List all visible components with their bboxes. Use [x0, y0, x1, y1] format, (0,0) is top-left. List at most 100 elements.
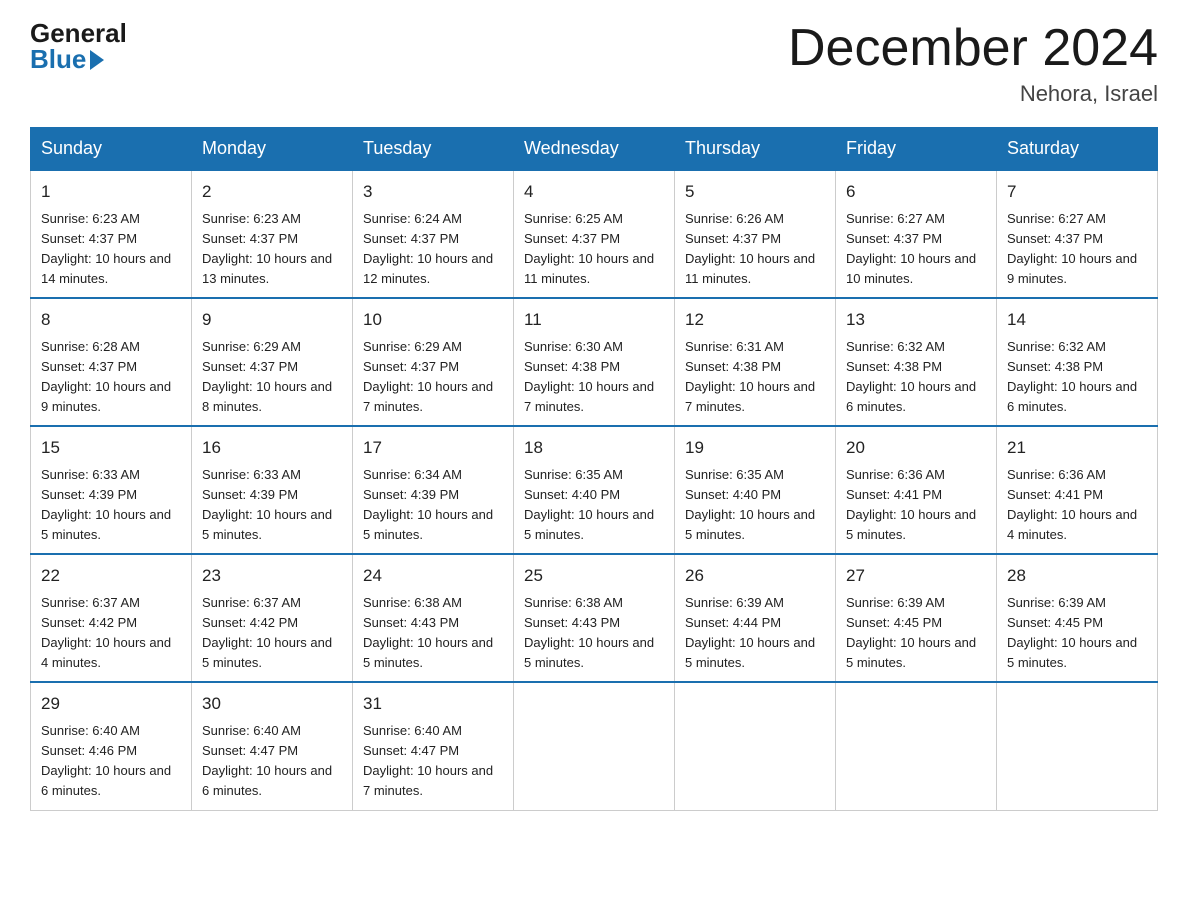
day-info: Sunrise: 6:32 AMSunset: 4:38 PMDaylight:… [1007, 337, 1147, 418]
calendar-cell: 15 Sunrise: 6:33 AMSunset: 4:39 PMDayligh… [31, 426, 192, 554]
day-number: 6 [846, 179, 986, 205]
day-number: 12 [685, 307, 825, 333]
day-info: Sunrise: 6:33 AMSunset: 4:39 PMDaylight:… [41, 465, 181, 546]
calendar-cell: 30Sunrise: 6:40 AMSunset: 4:47 PMDayligh… [192, 682, 353, 810]
day-info: Sunrise: 6:23 AMSunset: 4:37 PMDaylight:… [41, 209, 181, 290]
calendar-cell: 19 Sunrise: 6:35 AMSunset: 4:40 PMDayligh… [675, 426, 836, 554]
header-row: SundayMondayTuesdayWednesdayThursdayFrid… [31, 128, 1158, 171]
day-number: 16 [202, 435, 342, 461]
day-number: 9 [202, 307, 342, 333]
calendar-cell: 31 Sunrise: 6:40 AMSunset: 4:47 PMDayligh… [353, 682, 514, 810]
calendar-cell: 7 Sunrise: 6:27 AMSunset: 4:37 PMDaylight… [997, 170, 1158, 298]
day-number: 7 [1007, 179, 1147, 205]
calendar-cell: 10Sunrise: 6:29 AMSunset: 4:37 PMDayligh… [353, 298, 514, 426]
day-info: Sunrise: 6:27 AMSunset: 4:37 PMDaylight:… [1007, 209, 1147, 290]
day-info: Sunrise: 6:23 AMSunset: 4:37 PMDaylight:… [202, 209, 342, 290]
logo: General Blue [30, 20, 127, 72]
day-number: 17 [363, 435, 503, 461]
day-number: 5 [685, 179, 825, 205]
col-header-sunday: Sunday [31, 128, 192, 171]
day-info: Sunrise: 6:26 AMSunset: 4:37 PMDaylight:… [685, 209, 825, 290]
calendar-week-row: 29Sunrise: 6:40 AMSunset: 4:46 PMDayligh… [31, 682, 1158, 810]
calendar-title: December 2024 [788, 20, 1158, 77]
day-number: 25 [524, 563, 664, 589]
calendar-cell: 29Sunrise: 6:40 AMSunset: 4:46 PMDayligh… [31, 682, 192, 810]
day-info: Sunrise: 6:25 AMSunset: 4:37 PMDaylight:… [524, 209, 664, 290]
calendar-cell: 6Sunrise: 6:27 AMSunset: 4:37 PMDaylight… [836, 170, 997, 298]
calendar-cell: 28Sunrise: 6:39 AMSunset: 4:45 PMDayligh… [997, 554, 1158, 682]
day-number: 11 [524, 307, 664, 333]
calendar-cell: 24 Sunrise: 6:38 AMSunset: 4:43 PMDayligh… [353, 554, 514, 682]
col-header-friday: Friday [836, 128, 997, 171]
day-number: 13 [846, 307, 986, 333]
day-number: 4 [524, 179, 664, 205]
day-number: 31 [363, 691, 503, 717]
calendar-cell [514, 682, 675, 810]
day-info: Sunrise: 6:37 AMSunset: 4:42 PMDaylight:… [41, 593, 181, 674]
calendar-cell: 18Sunrise: 6:35 AMSunset: 4:40 PMDayligh… [514, 426, 675, 554]
day-number: 21 [1007, 435, 1147, 461]
calendar-cell: 26 Sunrise: 6:39 AMSunset: 4:44 PMDayligh… [675, 554, 836, 682]
col-header-saturday: Saturday [997, 128, 1158, 171]
day-info: Sunrise: 6:36 AMSunset: 4:41 PMDaylight:… [1007, 465, 1147, 546]
day-info: Sunrise: 6:38 AMSunset: 4:43 PMDaylight:… [363, 593, 503, 674]
day-number: 22 [41, 563, 181, 589]
day-info: Sunrise: 6:31 AMSunset: 4:38 PMDaylight:… [685, 337, 825, 418]
calendar-cell: 13 Sunrise: 6:32 AMSunset: 4:38 PMDayligh… [836, 298, 997, 426]
calendar-cell: 12 Sunrise: 6:31 AMSunset: 4:38 PMDayligh… [675, 298, 836, 426]
calendar-week-row: 22 Sunrise: 6:37 AMSunset: 4:42 PMDayligh… [31, 554, 1158, 682]
calendar-cell: 22 Sunrise: 6:37 AMSunset: 4:42 PMDayligh… [31, 554, 192, 682]
calendar-cell: 11 Sunrise: 6:30 AMSunset: 4:38 PMDayligh… [514, 298, 675, 426]
calendar-table: SundayMondayTuesdayWednesdayThursdayFrid… [30, 127, 1158, 810]
day-number: 15 [41, 435, 181, 461]
day-info: Sunrise: 6:28 AMSunset: 4:37 PMDaylight:… [41, 337, 181, 418]
day-number: 1 [41, 179, 181, 205]
day-info: Sunrise: 6:33 AMSunset: 4:39 PMDaylight:… [202, 465, 342, 546]
calendar-cell: 8Sunrise: 6:28 AMSunset: 4:37 PMDaylight… [31, 298, 192, 426]
calendar-week-row: 1 Sunrise: 6:23 AMSunset: 4:37 PMDaylight… [31, 170, 1158, 298]
day-number: 19 [685, 435, 825, 461]
logo-general-text: General [30, 20, 127, 46]
day-info: Sunrise: 6:39 AMSunset: 4:44 PMDaylight:… [685, 593, 825, 674]
col-header-monday: Monday [192, 128, 353, 171]
day-info: Sunrise: 6:39 AMSunset: 4:45 PMDaylight:… [846, 593, 986, 674]
calendar-cell: 17 Sunrise: 6:34 AMSunset: 4:39 PMDayligh… [353, 426, 514, 554]
calendar-cell: 1 Sunrise: 6:23 AMSunset: 4:37 PMDaylight… [31, 170, 192, 298]
day-number: 26 [685, 563, 825, 589]
day-info: Sunrise: 6:30 AMSunset: 4:38 PMDaylight:… [524, 337, 664, 418]
day-number: 2 [202, 179, 342, 205]
day-info: Sunrise: 6:39 AMSunset: 4:45 PMDaylight:… [1007, 593, 1147, 674]
calendar-cell: 2 Sunrise: 6:23 AMSunset: 4:37 PMDaylight… [192, 170, 353, 298]
day-info: Sunrise: 6:35 AMSunset: 4:40 PMDaylight:… [524, 465, 664, 546]
day-info: Sunrise: 6:37 AMSunset: 4:42 PMDaylight:… [202, 593, 342, 674]
day-number: 27 [846, 563, 986, 589]
calendar-cell: 3Sunrise: 6:24 AMSunset: 4:37 PMDaylight… [353, 170, 514, 298]
day-number: 20 [846, 435, 986, 461]
calendar-week-row: 15 Sunrise: 6:33 AMSunset: 4:39 PMDayligh… [31, 426, 1158, 554]
day-info: Sunrise: 6:36 AMSunset: 4:41 PMDaylight:… [846, 465, 986, 546]
day-number: 24 [363, 563, 503, 589]
calendar-cell: 14 Sunrise: 6:32 AMSunset: 4:38 PMDayligh… [997, 298, 1158, 426]
day-info: Sunrise: 6:34 AMSunset: 4:39 PMDaylight:… [363, 465, 503, 546]
logo-arrow-icon [90, 50, 104, 70]
day-number: 29 [41, 691, 181, 717]
calendar-cell: 21 Sunrise: 6:36 AMSunset: 4:41 PMDayligh… [997, 426, 1158, 554]
calendar-subtitle: Nehora, Israel [788, 81, 1158, 107]
day-info: Sunrise: 6:38 AMSunset: 4:43 PMDaylight:… [524, 593, 664, 674]
day-info: Sunrise: 6:29 AMSunset: 4:37 PMDaylight:… [202, 337, 342, 418]
page-header: General Blue December 2024 Nehora, Israe… [30, 20, 1158, 107]
calendar-week-row: 8Sunrise: 6:28 AMSunset: 4:37 PMDaylight… [31, 298, 1158, 426]
col-header-thursday: Thursday [675, 128, 836, 171]
calendar-cell [675, 682, 836, 810]
calendar-cell [997, 682, 1158, 810]
calendar-cell: 20 Sunrise: 6:36 AMSunset: 4:41 PMDayligh… [836, 426, 997, 554]
day-info: Sunrise: 6:40 AMSunset: 4:47 PMDaylight:… [363, 721, 503, 802]
calendar-cell [836, 682, 997, 810]
day-number: 10 [363, 307, 503, 333]
day-info: Sunrise: 6:35 AMSunset: 4:40 PMDaylight:… [685, 465, 825, 546]
day-info: Sunrise: 6:32 AMSunset: 4:38 PMDaylight:… [846, 337, 986, 418]
logo-blue-text: Blue [30, 46, 104, 72]
col-header-wednesday: Wednesday [514, 128, 675, 171]
day-number: 14 [1007, 307, 1147, 333]
day-number: 30 [202, 691, 342, 717]
